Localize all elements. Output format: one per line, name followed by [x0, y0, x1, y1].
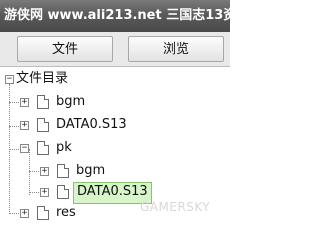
expand-toggle[interactable]: +	[40, 188, 49, 197]
expand-toggle[interactable]: +	[20, 121, 29, 130]
file-icon	[37, 141, 49, 155]
tree-item-pk[interactable]: pk	[56, 138, 72, 158]
file-icon	[57, 164, 69, 178]
browse-button[interactable]: 浏览	[128, 36, 224, 62]
expand-toggle[interactable]: +	[20, 98, 29, 107]
tree-item-pk-bgm[interactable]: bgm	[76, 161, 105, 181]
file-icon	[37, 95, 49, 109]
tree-root-label[interactable]: 文件目录	[16, 69, 68, 89]
file-icon	[37, 206, 49, 220]
watermark: GAMERSKY	[140, 200, 211, 214]
tree-connector	[29, 149, 30, 195]
tree-item-bgm[interactable]: bgm	[56, 92, 85, 112]
file-button[interactable]: 文件	[17, 36, 113, 62]
expand-toggle[interactable]: +	[20, 209, 29, 218]
window-title: 游侠网 www.ali213.net 三国志13资源工	[0, 0, 230, 32]
tree-item-data0[interactable]: DATA0.S13	[56, 115, 127, 135]
collapse-toggle[interactable]: −	[20, 144, 29, 153]
file-icon	[37, 118, 49, 132]
collapse-toggle[interactable]: −	[5, 75, 14, 84]
file-icon	[57, 185, 69, 199]
toolbar: 文件 浏览	[0, 32, 230, 67]
expand-toggle[interactable]: +	[40, 167, 49, 176]
tree-item-res[interactable]: res	[56, 203, 76, 223]
